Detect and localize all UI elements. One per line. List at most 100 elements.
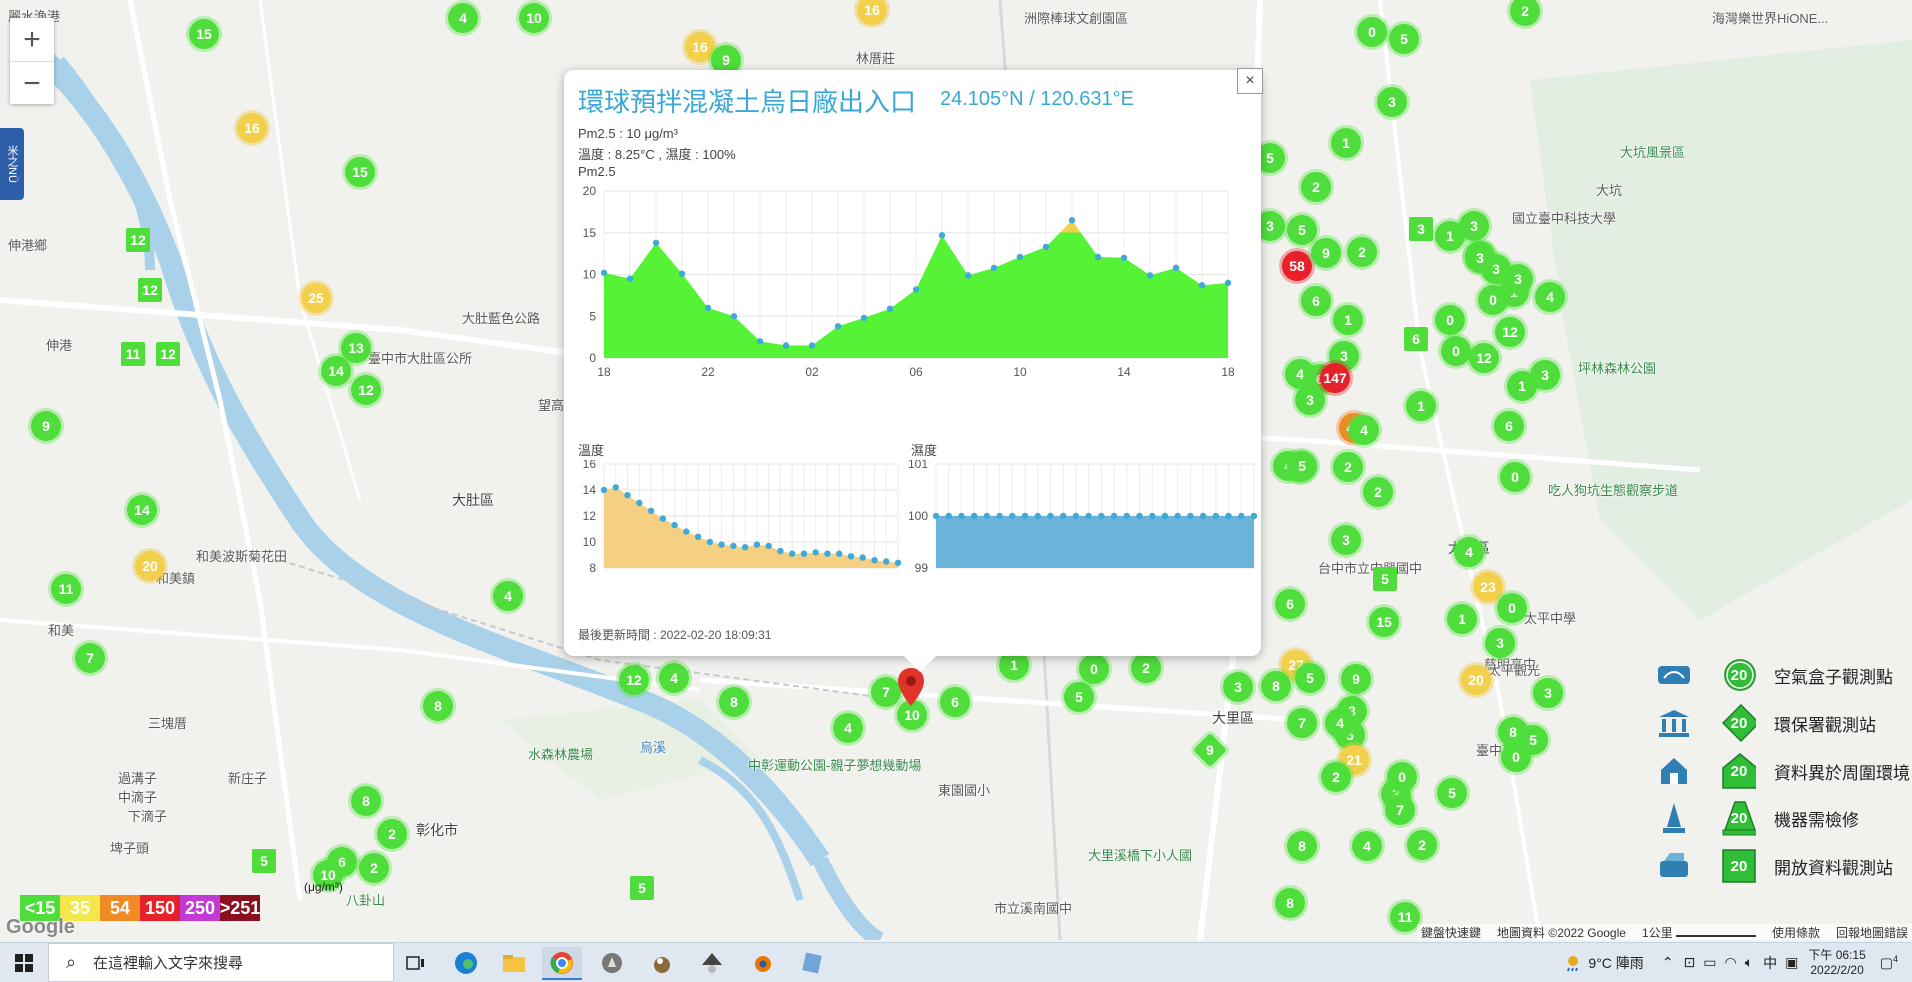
- start-button[interactable]: [0, 943, 48, 982]
- map-canvas[interactable]: 麗水漁港伸港鄉伸港大肚區和美鎮和美彰化市大里區太平區林厝莊洲際棒球文創園區海灣樂…: [0, 0, 1912, 940]
- station-marker[interactable]: 58: [1282, 251, 1312, 281]
- station-marker[interactable]: 3: [1503, 264, 1533, 294]
- station-marker[interactable]: 20: [1461, 665, 1491, 695]
- terms-link[interactable]: 使用條款: [1772, 924, 1820, 940]
- station-marker[interactable]: 12: [619, 665, 649, 695]
- station-marker[interactable]: 2: [1347, 237, 1377, 267]
- station-marker[interactable]: 2: [1363, 477, 1393, 507]
- station-marker[interactable]: 8: [719, 687, 749, 717]
- station-marker[interactable]: 1: [1331, 128, 1361, 158]
- taskbar-search-box[interactable]: ⌕ 在這裡輸入文字來搜尋: [48, 943, 394, 982]
- edge-app[interactable]: [446, 947, 486, 978]
- station-marker[interactable]: 6: [1404, 327, 1428, 351]
- close-popup-button[interactable]: ×: [1237, 68, 1263, 94]
- station-marker[interactable]: 23: [1473, 572, 1503, 602]
- station-marker[interactable]: 2: [359, 853, 389, 883]
- weather-widget[interactable]: 9°C 陣雨: [1564, 953, 1644, 973]
- station-marker[interactable]: 0: [1387, 762, 1417, 792]
- network-icon[interactable]: ⊡: [1684, 954, 1696, 971]
- selected-location-pin-icon[interactable]: [898, 668, 924, 706]
- station-marker[interactable]: 6: [940, 687, 970, 717]
- station-marker[interactable]: 15: [345, 157, 375, 187]
- station-marker[interactable]: 12: [138, 278, 162, 302]
- station-marker[interactable]: 5: [1295, 663, 1325, 693]
- report-error-link[interactable]: 回報地圖錯誤: [1836, 924, 1908, 940]
- station-marker[interactable]: 14: [321, 356, 351, 386]
- station-marker[interactable]: 0: [1079, 654, 1109, 684]
- station-marker[interactable]: 8: [351, 786, 381, 816]
- app-8[interactable]: [742, 947, 782, 978]
- station-marker[interactable]: 4: [833, 713, 863, 743]
- station-marker[interactable]: 9: [1311, 238, 1341, 268]
- station-marker[interactable]: 4: [1325, 708, 1355, 738]
- battery-icon[interactable]: ▭: [1703, 954, 1716, 971]
- station-marker[interactable]: 12: [1495, 317, 1525, 347]
- station-marker[interactable]: 4: [493, 581, 523, 611]
- station-marker[interactable]: 0: [1441, 336, 1471, 366]
- station-marker[interactable]: 6: [1275, 589, 1305, 619]
- station-marker[interactable]: 11: [121, 342, 145, 366]
- station-marker[interactable]: 12: [1469, 343, 1499, 373]
- station-marker[interactable]: 6: [1301, 286, 1331, 316]
- chrome-app[interactable]: [542, 947, 582, 980]
- station-marker[interactable]: 5: [1287, 451, 1317, 481]
- station-marker[interactable]: 3: [1459, 211, 1489, 241]
- station-marker[interactable]: 4: [1349, 415, 1379, 445]
- station-marker[interactable]: 7: [1385, 795, 1415, 825]
- station-marker[interactable]: 8: [1287, 831, 1317, 861]
- station-marker[interactable]: 9: [31, 411, 61, 441]
- station-marker[interactable]: 16: [237, 113, 267, 143]
- ime-indicator[interactable]: 中: [1763, 953, 1777, 973]
- station-marker[interactable]: 2: [1301, 172, 1331, 202]
- station-marker[interactable]: 5: [1373, 567, 1397, 591]
- station-marker[interactable]: 3: [1377, 87, 1407, 117]
- station-marker[interactable]: 4: [659, 663, 689, 693]
- station-marker[interactable]: 2: [1131, 653, 1161, 683]
- station-marker[interactable]: 4: [1352, 831, 1382, 861]
- show-hidden-icons-icon[interactable]: ⌃: [1662, 954, 1674, 971]
- station-marker[interactable]: 5: [252, 849, 276, 873]
- app-5[interactable]: [592, 947, 632, 978]
- station-marker[interactable]: 5: [1437, 778, 1467, 808]
- app-6[interactable]: [642, 947, 682, 978]
- station-marker[interactable]: 5: [1518, 725, 1548, 755]
- station-marker[interactable]: 1: [1406, 391, 1436, 421]
- station-marker[interactable]: 15: [1369, 607, 1399, 637]
- station-marker[interactable]: 25: [301, 283, 331, 313]
- volume-icon[interactable]: 🔈︎: [1745, 954, 1753, 971]
- station-marker[interactable]: 3: [1465, 243, 1495, 273]
- wifi-icon[interactable]: ◠: [1725, 954, 1737, 971]
- station-marker[interactable]: 5: [1389, 24, 1419, 54]
- station-marker[interactable]: 3: [1409, 217, 1433, 241]
- station-marker[interactable]: 5: [630, 876, 654, 900]
- app-7[interactable]: [692, 947, 732, 978]
- app-9[interactable]: [792, 947, 832, 978]
- clock[interactable]: 下午 06:15 2022/2/20: [1808, 948, 1865, 978]
- station-marker[interactable]: 10: [519, 3, 549, 33]
- zoom-in-button[interactable]: +: [10, 18, 54, 62]
- station-marker[interactable]: 9: [1341, 664, 1371, 694]
- file-explorer-app[interactable]: [494, 947, 534, 978]
- station-marker[interactable]: 6: [1494, 411, 1524, 441]
- station-marker[interactable]: 3: [1485, 628, 1515, 658]
- station-marker[interactable]: 7: [75, 643, 105, 673]
- station-marker[interactable]: 12: [126, 228, 150, 252]
- station-marker[interactable]: 5: [1064, 682, 1094, 712]
- station-marker[interactable]: 3: [1331, 525, 1361, 555]
- station-marker[interactable]: 0: [1500, 462, 1530, 492]
- station-marker[interactable]: 1: [1333, 305, 1363, 335]
- station-marker[interactable]: 8: [1261, 671, 1291, 701]
- station-marker[interactable]: 2: [377, 819, 407, 849]
- station-marker[interactable]: 4: [448, 3, 478, 33]
- station-marker[interactable]: 12: [351, 375, 381, 405]
- station-marker[interactable]: 1: [1507, 371, 1537, 401]
- station-marker[interactable]: 20: [135, 551, 165, 581]
- task-view-button[interactable]: [396, 947, 436, 978]
- station-marker[interactable]: 8: [1275, 888, 1305, 918]
- station-marker[interactable]: 7: [1287, 708, 1317, 738]
- notifications-icon[interactable]: ▢4: [1880, 954, 1898, 972]
- station-marker[interactable]: 3: [1533, 678, 1563, 708]
- station-marker[interactable]: 12: [156, 342, 180, 366]
- station-marker[interactable]: 0: [1497, 593, 1527, 623]
- keyboard-shortcuts-link[interactable]: 鍵盤快速鍵: [1421, 924, 1481, 940]
